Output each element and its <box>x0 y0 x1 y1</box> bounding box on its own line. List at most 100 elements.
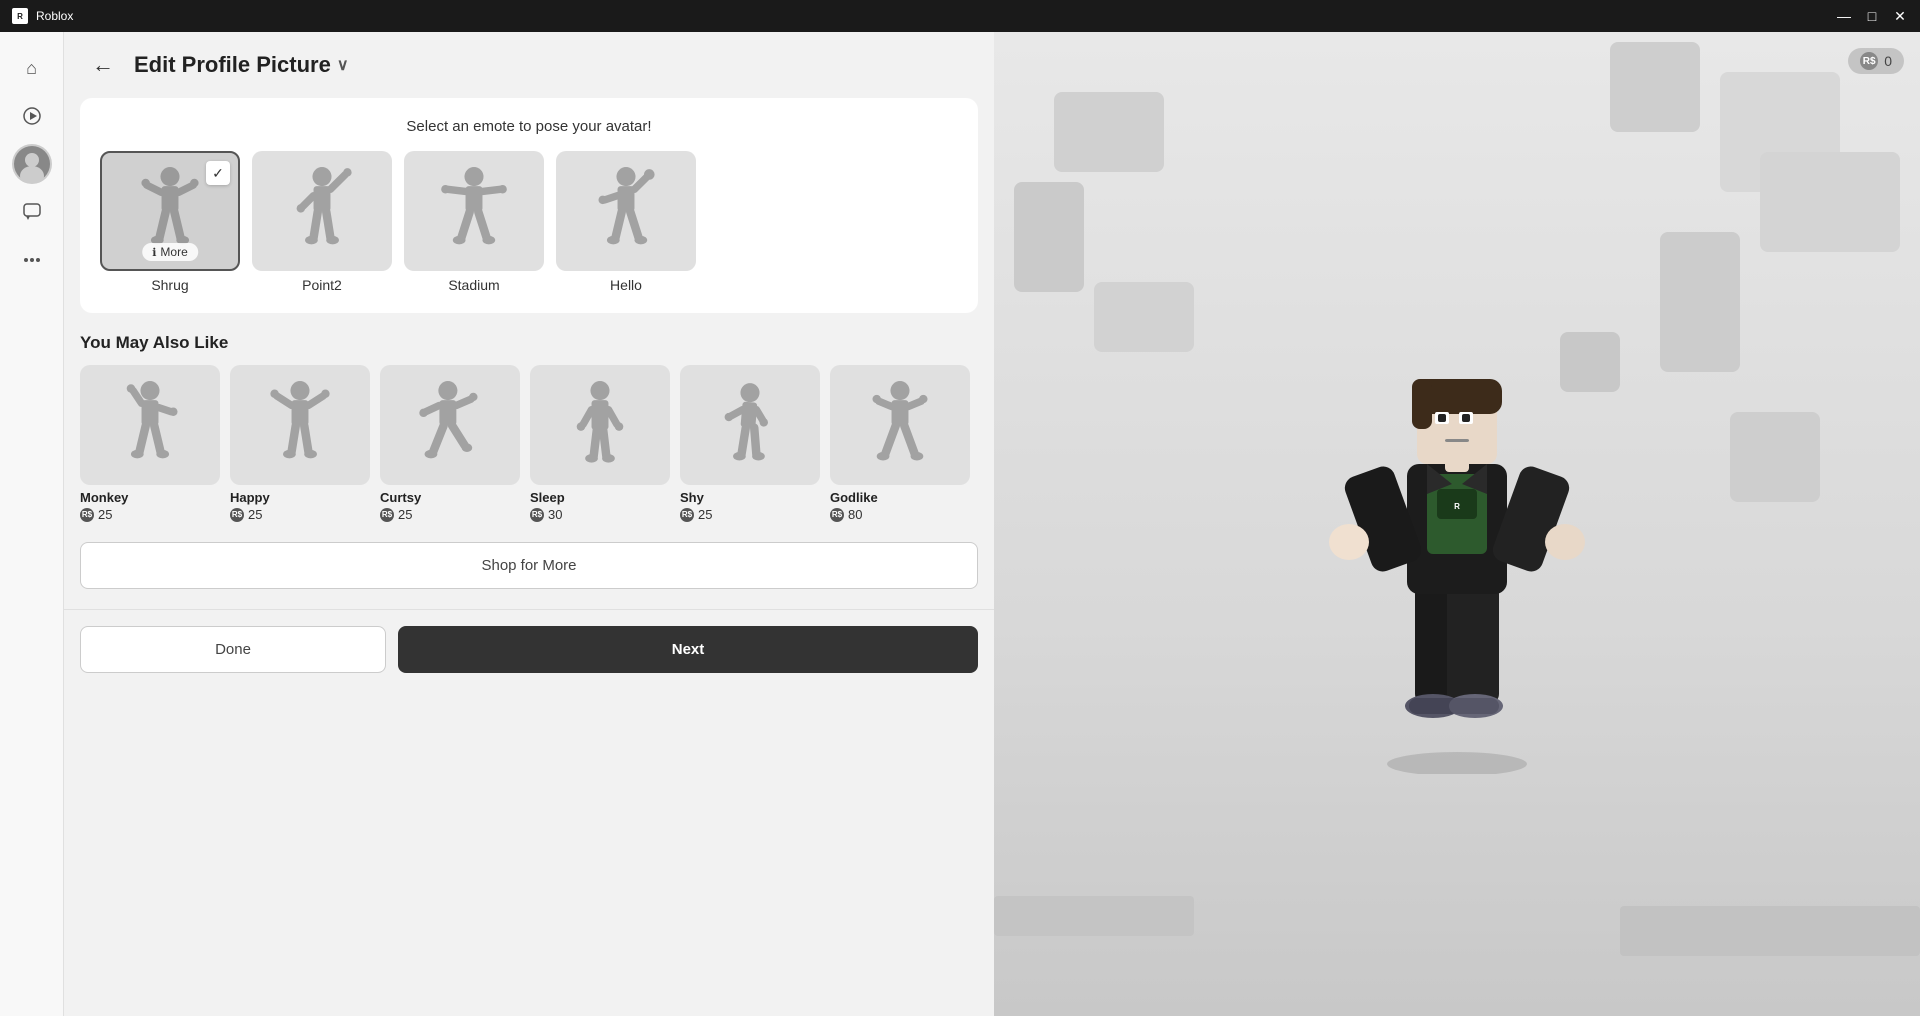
app-name: Roblox <box>36 9 73 23</box>
also-like-label-sleep: Sleep <box>530 490 670 505</box>
hello-silhouette <box>591 166 661 256</box>
also-like-card-curtsy[interactable]: Curtsy R$ 25 <box>380 365 520 522</box>
emote-thumbnail-point2[interactable] <box>252 151 392 271</box>
bg-block <box>994 896 1194 936</box>
also-like-card-happy[interactable]: Happy R$ 25 <box>230 365 370 522</box>
bg-block <box>1730 412 1820 502</box>
also-like-label-monkey: Monkey <box>80 490 220 505</box>
also-like-label-curtsy: Curtsy <box>380 490 520 505</box>
bg-block <box>1760 152 1900 252</box>
emote-card-stadium[interactable]: Stadium <box>404 151 544 293</box>
shop-for-more-button[interactable]: Shop for More <box>80 542 978 589</box>
window-controls: — □ ✕ <box>1836 8 1908 24</box>
robux-icon-curtsy: R$ <box>380 508 394 522</box>
godlike-silhouette <box>865 380 935 470</box>
also-like-thumbnail-shy[interactable] <box>680 365 820 485</box>
also-like-title: You May Also Like <box>80 333 978 353</box>
also-like-thumbnail-curtsy[interactable] <box>380 365 520 485</box>
bg-block <box>1014 182 1084 292</box>
shy-silhouette <box>715 380 785 470</box>
done-button[interactable]: Done <box>80 626 386 673</box>
footer-buttons: Done Next <box>64 609 994 689</box>
robux-icon: R$ <box>80 508 94 522</box>
robux-display-icon: R$ <box>1860 52 1878 70</box>
also-like-price-curtsy: R$ 25 <box>380 507 520 522</box>
sidebar-item-play[interactable] <box>12 96 52 136</box>
also-like-label-happy: Happy <box>230 490 370 505</box>
bg-block <box>1610 42 1700 132</box>
sidebar-item-chat[interactable] <box>12 192 52 232</box>
bg-block <box>1054 92 1164 172</box>
also-like-card-monkey[interactable]: Monkey R$ 25 <box>80 365 220 522</box>
bg-block <box>1094 282 1194 352</box>
happy-silhouette <box>265 380 335 470</box>
also-like-label-godlike: Godlike <box>830 490 970 505</box>
also-like-card-sleep[interactable]: Sleep R$ 30 <box>530 365 670 522</box>
selected-check-badge: ✓ <box>206 161 230 185</box>
emote-card-point2[interactable]: Point2 <box>252 151 392 293</box>
also-like-grid: Monkey R$ 25 <box>80 365 978 522</box>
close-button[interactable]: ✕ <box>1892 8 1908 24</box>
emote-card-hello[interactable]: Hello <box>556 151 696 293</box>
more-badge[interactable]: ℹ More <box>142 243 198 261</box>
avatar-3d-preview: R <box>1297 274 1617 774</box>
emote-thumbnail-stadium[interactable] <box>404 151 544 271</box>
robux-display: R$ 0 <box>1848 48 1904 74</box>
also-like-price-monkey: R$ 25 <box>80 507 220 522</box>
also-like-thumbnail-happy[interactable] <box>230 365 370 485</box>
title-bar: R Roblox — □ ✕ <box>0 0 1920 32</box>
stadium-silhouette <box>439 166 509 256</box>
back-button[interactable]: ← <box>88 48 118 82</box>
also-like-price-happy: R$ 25 <box>230 507 370 522</box>
also-like-section: You May Also Like <box>80 333 978 522</box>
emote-section: Select an emote to pose your avatar! <box>80 98 978 313</box>
emote-label-point2: Point2 <box>302 277 342 293</box>
robux-icon-shy: R$ <box>680 508 694 522</box>
avatar-character: R <box>1297 274 1617 774</box>
also-like-thumbnail-sleep[interactable] <box>530 365 670 485</box>
emote-label-stadium: Stadium <box>448 277 499 293</box>
point2-silhouette <box>287 166 357 256</box>
monkey-silhouette <box>115 380 185 470</box>
shop-btn-container: Shop for More <box>80 542 978 589</box>
also-like-price-sleep: R$ 30 <box>530 507 670 522</box>
left-panel: ← Edit Profile Picture ∨ Select an emote… <box>64 32 994 1016</box>
bg-block <box>1660 232 1740 372</box>
robux-icon-sleep: R$ <box>530 508 544 522</box>
robux-icon-happy: R$ <box>230 508 244 522</box>
next-button[interactable]: Next <box>398 626 978 673</box>
app-layout: ⌂ ← <box>0 32 1920 1016</box>
app-logo: R <box>12 8 28 24</box>
sleep-silhouette <box>565 380 635 470</box>
also-like-label-shy: Shy <box>680 490 820 505</box>
also-like-thumbnail-monkey[interactable] <box>80 365 220 485</box>
title-bar-left: R Roblox <box>12 8 73 24</box>
emote-card-shrug[interactable]: ✓ ℹ More Shrug <box>100 151 240 293</box>
also-like-card-shy[interactable]: Shy R$ 25 <box>680 365 820 522</box>
also-like-card-godlike[interactable]: Godlike R$ 80 <box>830 365 970 522</box>
also-like-price-godlike: R$ 80 <box>830 507 970 522</box>
emote-thumbnail-hello[interactable] <box>556 151 696 271</box>
robux-balance: 0 <box>1884 53 1892 69</box>
maximize-button[interactable]: □ <box>1864 8 1880 24</box>
emote-section-subtitle: Select an emote to pose your avatar! <box>100 118 958 135</box>
sidebar: ⌂ <box>0 32 64 1016</box>
emote-label-shrug: Shrug <box>151 277 188 293</box>
also-like-thumbnail-godlike[interactable] <box>830 365 970 485</box>
sidebar-item-more[interactable] <box>12 240 52 280</box>
emote-grid: ✓ ℹ More Shrug <box>100 151 958 293</box>
sidebar-item-home[interactable]: ⌂ <box>12 48 52 88</box>
main-content: ← Edit Profile Picture ∨ Select an emote… <box>64 32 1920 1016</box>
also-like-price-shy: R$ 25 <box>680 507 820 522</box>
emote-thumbnail-shrug[interactable]: ✓ ℹ More <box>100 151 240 271</box>
bg-block <box>1620 906 1920 956</box>
panel-header: ← Edit Profile Picture ∨ <box>64 32 994 98</box>
panel-title: Edit Profile Picture ∨ <box>134 52 349 78</box>
curtsy-silhouette <box>415 380 485 470</box>
emote-label-hello: Hello <box>610 277 642 293</box>
sidebar-item-avatar[interactable] <box>12 144 52 184</box>
right-panel: R$ 0 <box>994 32 1920 1016</box>
svg-text:R: R <box>1454 502 1460 511</box>
dropdown-arrow-icon[interactable]: ∨ <box>337 55 349 75</box>
minimize-button[interactable]: — <box>1836 8 1852 24</box>
